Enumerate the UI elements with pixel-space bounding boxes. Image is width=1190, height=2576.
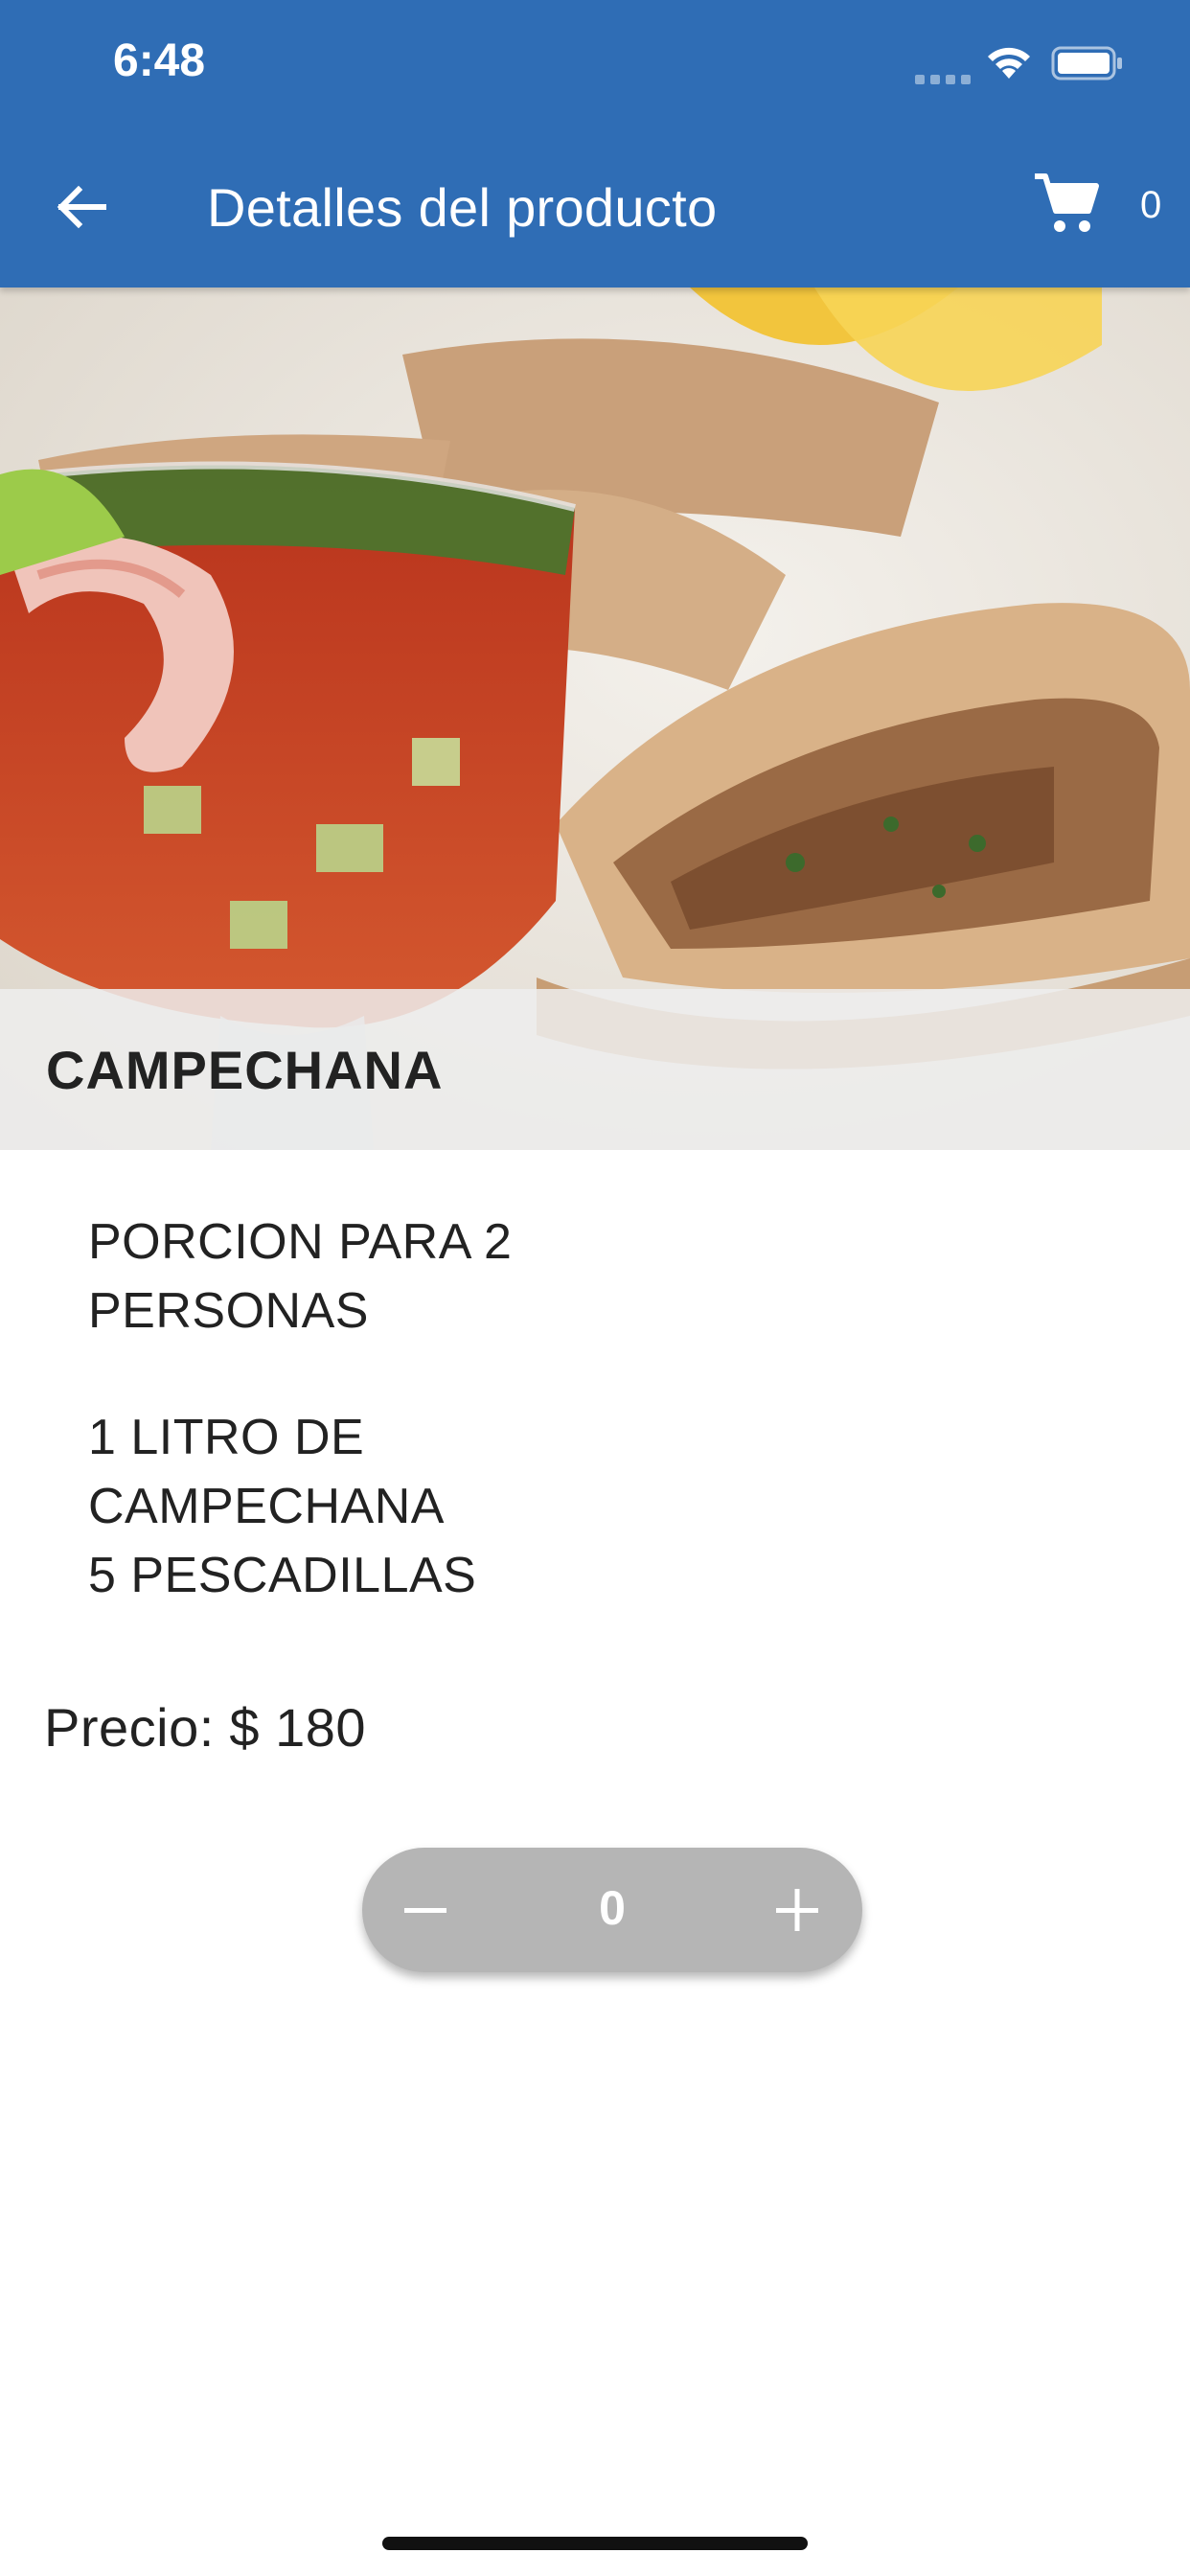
plus-icon [776,1889,818,1931]
cellular-signal-icon [915,75,971,84]
page-title: Detalles del producto [207,177,718,238]
price-row: Precio: $ 180 [44,1696,366,1759]
status-time: 6:48 [113,35,206,86]
price-label: Precio: [44,1697,215,1758]
arrow-left-icon [57,185,106,229]
product-name: CAMPECHANA [46,1040,444,1100]
back-button[interactable] [42,169,119,245]
quantity-stepper: 0 [362,1848,862,1972]
app-header: 6:48 Detalles del producto 0 [0,0,1190,288]
cart-count-badge: 0 [1140,184,1162,226]
decrement-button[interactable] [387,1872,464,1948]
increment-button[interactable] [759,1872,835,1948]
product-description-contents: 1 LITRO DE CAMPECHANA 5 PESCADILLAS [88,1410,477,1603]
minus-icon [404,1908,446,1913]
battery-icon [1051,46,1122,80]
product-description-portion: PORCION PARA 2 PERSONAS [88,1214,513,1339]
shopping-cart-icon [1035,173,1099,232]
price-value: $ 180 [229,1697,366,1758]
cart-button[interactable] [1033,171,1110,247]
quantity-value: 0 [599,1881,626,1935]
home-indicator[interactable] [382,2537,808,2550]
wifi-icon [988,47,1030,79]
